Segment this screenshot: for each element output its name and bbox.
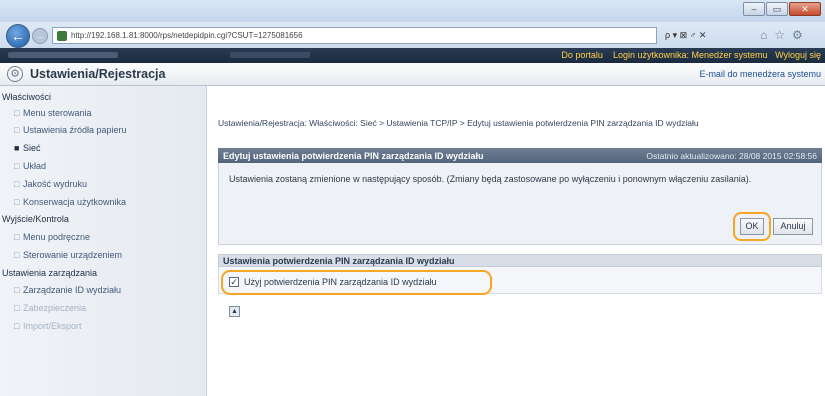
- device-location-redacted: [230, 52, 310, 58]
- device-name-redacted: [8, 52, 118, 58]
- sidebar: Właściwości □ Menu sterowania □ Ustawienia…: [0, 86, 207, 396]
- address-bar[interactable]: http://192.168.1.81:8000/rps/netdepidpin…: [52, 27, 657, 44]
- pin-confirmation-checkbox[interactable]: ✓: [229, 277, 239, 287]
- sidebar-item-network[interactable]: ■ Sieć: [14, 143, 41, 153]
- app-header: ⚙ Ustawienia/Rejestracja E-mail do mened…: [0, 63, 825, 86]
- address-controls[interactable]: ρ ▾ ⊠ ♂ ✕: [665, 30, 706, 41]
- site-icon: [57, 31, 67, 41]
- sidebar-heading-output-control[interactable]: Wyjście/Kontrola: [2, 214, 69, 224]
- home-icon[interactable]: ⌂: [760, 28, 767, 42]
- login-user-label: Login użytkownika:: [612, 50, 689, 60]
- sidebar-item-department-id[interactable]: □ Zarządzanie ID wydziału: [14, 285, 121, 295]
- maximize-button[interactable]: ▭: [766, 2, 788, 16]
- sidebar-item-user-maintenance[interactable]: □ Konserwacja użytkownika: [14, 197, 126, 207]
- window-controls: – ▭ ✕: [743, 2, 821, 16]
- sidebar-item-layout[interactable]: □ Układ: [14, 161, 46, 171]
- sidebar-item-paper-source[interactable]: □ Ustawienia źródła papieru: [14, 125, 127, 135]
- close-window-button[interactable]: ✕: [789, 2, 821, 16]
- sidebar-heading-properties[interactable]: Właściwości: [2, 92, 51, 102]
- sidebar-item-import-export[interactable]: □ Import/Eksport: [14, 321, 82, 331]
- sidebar-heading-management[interactable]: Ustawienia zarządzania: [2, 268, 97, 278]
- page-title: Ustawienia/Rejestracja: [30, 67, 166, 81]
- favorites-icon[interactable]: ☆: [774, 28, 785, 42]
- last-updated: Ostatnio aktualizowano: 28/08 2015 02:58…: [646, 151, 817, 161]
- section-title: Ustawienia potwierdzenia PIN zarządzania…: [223, 256, 455, 266]
- browser-navbar: ← → http://192.168.1.81:8000/rps/netdepi…: [0, 22, 825, 48]
- sidebar-item-security[interactable]: □ Zabezpieczenia: [14, 303, 86, 313]
- section-header: Ustawienia potwierdzenia PIN zarządzania…: [218, 254, 822, 267]
- portal-bar: Do portalu Login użytkownika: Menedżer s…: [0, 48, 825, 63]
- sidebar-item-control-menu[interactable]: □ Menu sterowania: [14, 108, 92, 118]
- breadcrumb: Ustawienia/Rejestracja: Właściwości: Sie…: [218, 118, 699, 128]
- minimize-button[interactable]: –: [743, 2, 765, 16]
- settings-icon[interactable]: ⚙: [792, 28, 803, 42]
- panel-header: Edytuj ustawienia potwierdzenia PIN zarz…: [218, 148, 822, 163]
- email-admin-link[interactable]: E-mail do menedżera systemu: [699, 69, 821, 79]
- sidebar-item-device-control[interactable]: □ Sterowanie urządzeniem: [14, 250, 122, 260]
- panel-title: Edytuj ustawienia potwierdzenia PIN zarz…: [223, 151, 484, 161]
- panel-body: Ustawienia zostaną zmienione w następują…: [218, 163, 822, 245]
- to-portal-link[interactable]: Do portalu: [561, 50, 603, 60]
- settings-gear-icon: ⚙: [7, 66, 23, 82]
- portal-links: Do portalu Login użytkownika: Menedżer s…: [561, 50, 821, 60]
- login-user-value: Menedżer systemu: [691, 50, 768, 60]
- url-text: http://192.168.1.81:8000/rps/netdepidpin…: [71, 31, 303, 40]
- back-button[interactable]: ←: [6, 24, 30, 48]
- forward-button[interactable]: →: [32, 28, 48, 44]
- window-titlebar: – ▭ ✕: [0, 0, 825, 22]
- cancel-button[interactable]: Anuluj: [773, 218, 813, 235]
- browser-toolbar: ⌂ ☆ ⚙: [760, 28, 803, 42]
- pin-confirmation-label[interactable]: Użyj potwierdzenia PIN zarządzania ID wy…: [244, 277, 437, 287]
- sidebar-item-quick-menu[interactable]: □ Menu podręczne: [14, 232, 90, 242]
- ok-button[interactable]: OK: [740, 218, 764, 235]
- sidebar-item-print-quality[interactable]: □ Jakość wydruku: [14, 179, 87, 189]
- scroll-top-icon[interactable]: ▲: [229, 306, 240, 317]
- logout-link[interactable]: Wyloguj się: [775, 50, 821, 60]
- confirmation-message: Ustawienia zostaną zmienione w następują…: [229, 174, 752, 184]
